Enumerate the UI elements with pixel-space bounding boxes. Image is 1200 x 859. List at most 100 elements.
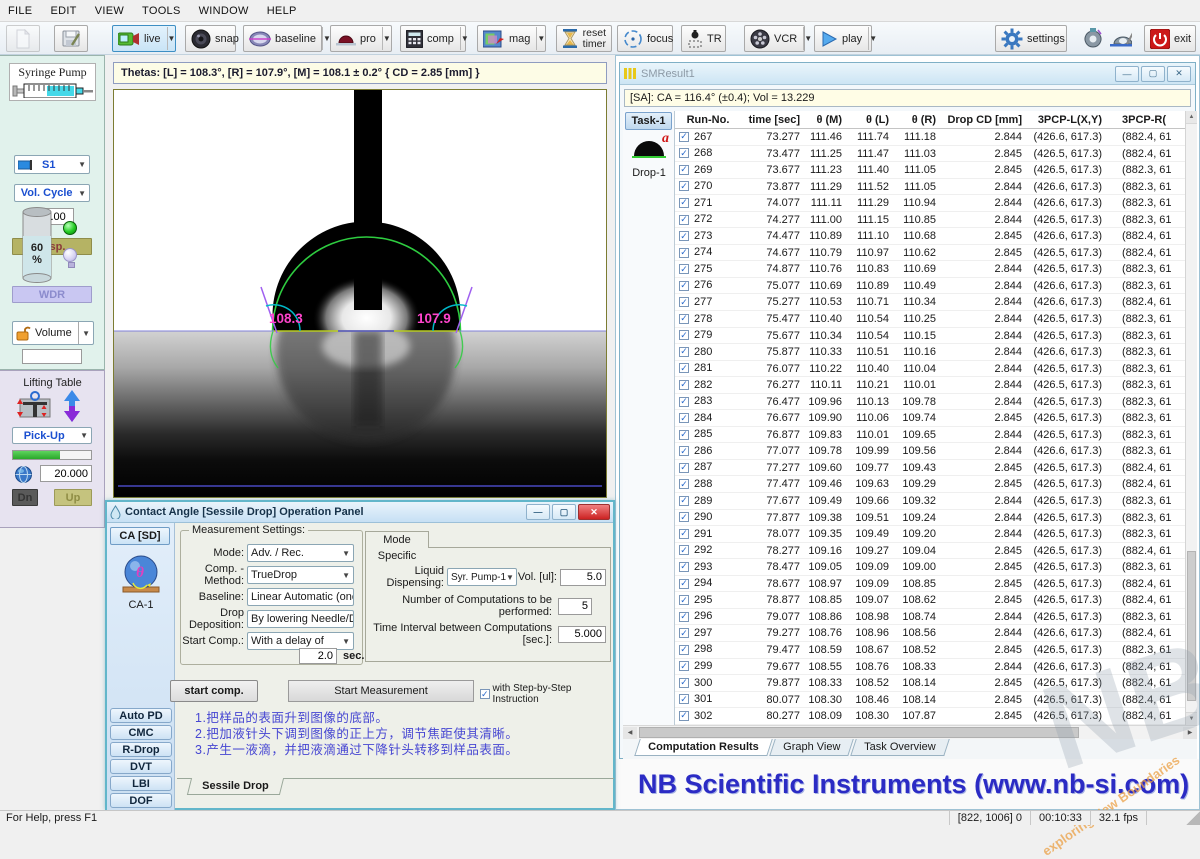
method-button-r-drop[interactable]: R-Drop (110, 742, 172, 757)
lamp-icon[interactable] (63, 248, 77, 262)
row-checkbox[interactable]: ✓ (679, 645, 689, 655)
table-row[interactable]: ✓28276.277110.11110.21110.012.844(426.5,… (675, 377, 1185, 394)
row-checkbox[interactable]: ✓ (679, 231, 689, 241)
menu-item-file[interactable]: FILE (8, 5, 32, 17)
results-table-header[interactable]: Run-No.time [sec]θ (M)θ (L)θ (R)Drop CD … (675, 111, 1185, 129)
row-checkbox[interactable]: ✓ (679, 330, 689, 340)
liquid-dispensing-select[interactable]: Syr. Pump-1 ▼ (447, 568, 517, 586)
table-row[interactable]: ✓29879.477108.59108.67108.522.845(426.5,… (675, 642, 1185, 659)
row-checkbox[interactable]: ✓ (679, 595, 689, 605)
step-by-step-checkbox[interactable]: ✓ with Step-by-Step Instruction (480, 683, 613, 705)
row-checkbox[interactable]: ✓ (679, 264, 689, 274)
camera-live-view[interactable]: 108.3 107.9 (113, 89, 607, 498)
task-tab[interactable]: Task-1 (625, 112, 672, 130)
column-header[interactable]: Drop CD [mm] (942, 111, 1028, 128)
pro-button[interactable]: pro ▼ (330, 25, 392, 52)
table-row[interactable]: ✓27474.677110.79110.97110.622.845(426.5,… (675, 245, 1185, 262)
table-row[interactable]: ✓30180.077108.30108.46108.142.845(426.5,… (675, 692, 1185, 709)
horizontal-scroll-thumb[interactable] (639, 727, 1079, 738)
minimize-icon[interactable]: — (526, 504, 550, 520)
contact-angle-method-icon[interactable]: θ (121, 553, 161, 595)
lifting-mode-select[interactable]: Pick-Up ▼ (12, 427, 92, 444)
pro-dropdown[interactable]: ▼ (382, 27, 391, 50)
results-tab-task-overview[interactable]: Task Overview (850, 739, 949, 756)
globe-icon[interactable] (15, 466, 32, 483)
table-row[interactable]: ✓29077.877109.38109.51109.242.844(426.5,… (675, 510, 1185, 527)
table-row[interactable]: ✓27875.477110.40110.54110.252.844(426.5,… (675, 311, 1185, 328)
num-computations-input[interactable] (558, 598, 592, 615)
vcr-dropdown[interactable]: ▼ (803, 27, 812, 50)
table-row[interactable]: ✓30079.877108.33108.52108.142.845(426.5,… (675, 675, 1185, 692)
start-measurement-button[interactable]: Start Measurement (288, 680, 474, 702)
table-height-icon[interactable] (16, 391, 54, 421)
up-down-arrows-icon[interactable] (60, 389, 84, 423)
start-comp-button[interactable]: start comp. (170, 680, 258, 702)
row-checkbox[interactable]: ✓ (679, 347, 689, 357)
live-button[interactable]: live ▼ (112, 25, 176, 52)
live-dropdown[interactable]: ▼ (167, 27, 176, 50)
table-row[interactable]: ✓29478.677108.97109.09108.852.845(426.5,… (675, 576, 1185, 593)
table-row[interactable]: ✓27574.877110.76110.83110.692.844(426.5,… (675, 261, 1185, 278)
row-checkbox[interactable]: ✓ (679, 612, 689, 622)
column-header[interactable]: θ (L) (848, 111, 895, 128)
row-checkbox[interactable]: ✓ (679, 363, 689, 373)
save-button[interactable] (54, 25, 88, 52)
table-row[interactable]: ✓29278.277109.16109.27109.042.845(426.5,… (675, 543, 1185, 560)
row-checkbox[interactable]: ✓ (679, 496, 689, 506)
volume-value-input[interactable] (22, 349, 82, 364)
table-row[interactable]: ✓28075.877110.33110.51110.162.844(426.6,… (675, 344, 1185, 361)
row-checkbox[interactable]: ✓ (679, 529, 689, 539)
table-row[interactable]: ✓27775.277110.53110.71110.342.844(426.6,… (675, 294, 1185, 311)
results-tab-graph-view[interactable]: Graph View (769, 739, 854, 756)
table-row[interactable]: ✓28677.077109.78109.99109.562.844(426.6,… (675, 443, 1185, 460)
row-checkbox[interactable]: ✓ (679, 479, 689, 489)
mode-specific-tab[interactable]: Mode Specific (365, 531, 429, 548)
field-select-comp-method[interactable]: TrueDrop▼ (247, 566, 354, 584)
dispense-volume-input[interactable] (560, 569, 606, 586)
row-checkbox[interactable]: ✓ (679, 198, 689, 208)
new-document-button[interactable] (6, 25, 40, 52)
method-button-dof[interactable]: DOF (110, 793, 172, 808)
row-checkbox[interactable]: ✓ (679, 711, 689, 721)
lifting-position-input[interactable] (40, 465, 92, 482)
method-button-lbi[interactable]: LBI (110, 776, 172, 791)
wdr-button[interactable]: WDR (12, 286, 92, 303)
table-row[interactable]: ✓27073.877111.29111.52111.052.844(426.6,… (675, 179, 1185, 196)
table-row[interactable]: ✓28176.077110.22110.40110.042.844(426.5,… (675, 361, 1185, 378)
close-icon[interactable]: ✕ (1167, 66, 1191, 82)
mag-dropdown[interactable]: ▼ (536, 27, 545, 50)
row-checkbox[interactable]: ✓ (679, 661, 689, 671)
table-row[interactable]: ✓28476.677109.90110.06109.742.845(426.5,… (675, 410, 1185, 427)
row-checkbox[interactable]: ✓ (679, 545, 689, 555)
table-row[interactable]: ✓29779.277108.76108.96108.562.844(426.6,… (675, 625, 1185, 642)
menu-item-tools[interactable]: TOOLS (142, 5, 181, 17)
close-icon[interactable]: ✕ (578, 504, 610, 520)
table-row[interactable]: ✓28977.677109.49109.66109.322.844(426.5,… (675, 493, 1185, 510)
table-row[interactable]: ✓28576.877109.83110.01109.652.844(426.5,… (675, 427, 1185, 444)
table-up-button[interactable]: Up (54, 489, 92, 506)
pendant-drop-tool-button[interactable] (1076, 25, 1104, 52)
column-header[interactable]: 3PCP-R( (1108, 111, 1185, 128)
scroll-up-icon[interactable]: ▲ (1186, 111, 1197, 124)
method-button-cmc[interactable]: CMC (110, 725, 172, 740)
pump-mode-select[interactable]: Vol. Cycle ▼ (14, 184, 90, 202)
row-checkbox[interactable]: ✓ (679, 463, 689, 473)
play-dropdown[interactable]: ▼ (868, 27, 877, 50)
interval-input[interactable] (558, 626, 606, 643)
snap-button[interactable]: snap (185, 25, 236, 52)
table-row[interactable]: ✓29679.077108.86108.98108.742.844(426.5,… (675, 609, 1185, 626)
syringe-select[interactable]: S1 ▼ (14, 155, 90, 174)
exit-button[interactable]: exit (1144, 25, 1196, 52)
column-header[interactable]: θ (M) (806, 111, 848, 128)
row-checkbox[interactable]: ✓ (679, 430, 689, 440)
column-header[interactable]: time [sec] (741, 111, 806, 128)
column-header[interactable]: 3PCP-L(X,Y) (1028, 111, 1108, 128)
row-checkbox[interactable]: ✓ (679, 297, 689, 307)
row-checkbox[interactable]: ✓ (679, 281, 689, 291)
play-button[interactable]: play ▼ (814, 25, 872, 52)
table-row[interactable]: ✓27374.477110.89111.10110.682.845(426.6,… (675, 228, 1185, 245)
restore-icon[interactable]: ▢ (552, 504, 576, 520)
table-row[interactable]: ✓26873.477111.25111.47111.032.845(426.5,… (675, 146, 1185, 163)
row-checkbox[interactable]: ✓ (679, 628, 689, 638)
table-row[interactable]: ✓30280.277108.09108.30107.872.845(426.5,… (675, 708, 1185, 725)
